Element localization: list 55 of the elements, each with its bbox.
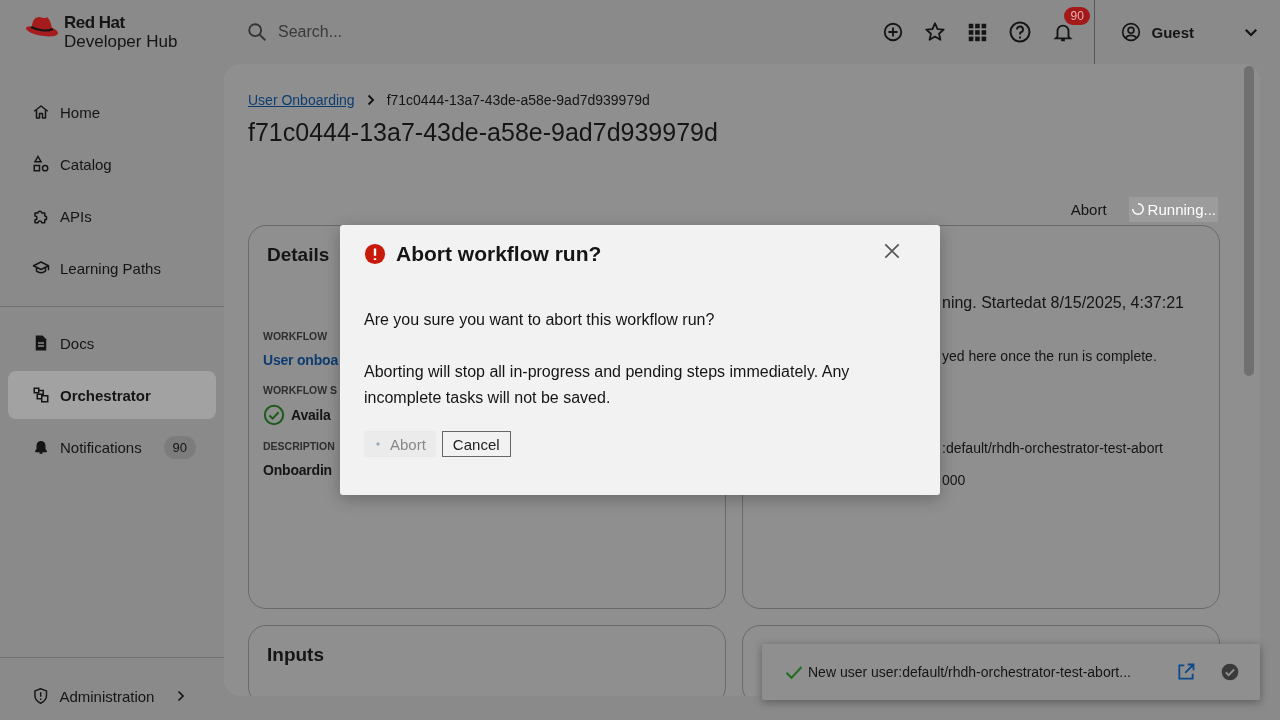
sidebar-item[interactable]: Orchestrator xyxy=(8,371,216,419)
search-icon xyxy=(246,21,268,43)
field-value: Onboardin xyxy=(263,462,332,478)
count-badge: 90 xyxy=(163,435,196,459)
external-link-icon[interactable] xyxy=(1176,662,1196,682)
shield-icon xyxy=(32,687,50,705)
toast-message: New user user:default/rhdh-orchestrator-test-abort... xyxy=(808,664,1132,680)
field-value: Availa xyxy=(291,407,331,423)
sidebar-item[interactable]: Catalog xyxy=(8,140,216,188)
user-name[interactable]: Guest xyxy=(1151,23,1194,41)
spinner-icon xyxy=(374,440,382,448)
bell-icon xyxy=(32,438,50,456)
card-title: Inputs xyxy=(267,644,324,666)
add-icon[interactable] xyxy=(882,21,905,43)
help-icon[interactable] xyxy=(1008,20,1033,44)
breadcrumb-current: f71c0444-13a7-43de-a58e-9ad7d939979d xyxy=(386,92,650,108)
brand-name: Red Hat xyxy=(64,13,126,32)
dialog-title: Abort workflow run? xyxy=(396,242,603,266)
value-text: :default/rhdh-orchestrator-test-abort xyxy=(942,439,1164,457)
results-note: yed here once the run is complete. xyxy=(942,347,1158,365)
sidebar-item[interactable]: Learning Paths xyxy=(8,244,216,292)
card-title: Details xyxy=(267,244,330,266)
grid-icon[interactable] xyxy=(966,21,989,43)
scrollbar[interactable] xyxy=(1244,66,1254,376)
workflow-link[interactable]: User onboa xyxy=(263,352,338,368)
field-label: DESCRIPTION xyxy=(263,440,335,452)
status-message: ning. Startedat 8/15/2025, 4:37:21 xyxy=(942,293,1185,313)
sidebar-item[interactable]: Docs xyxy=(8,319,216,367)
home-icon xyxy=(32,103,50,121)
search-field[interactable]: Search... xyxy=(278,19,578,45)
close-icon xyxy=(882,241,902,261)
check-circle-icon[interactable] xyxy=(1220,662,1240,682)
field-label: WORKFLOW xyxy=(263,330,328,342)
field-label: WORKFLOW S xyxy=(263,384,338,396)
product-name: Developer Hub xyxy=(64,32,178,51)
sidebar-item[interactable]: Home xyxy=(8,88,216,136)
value-text: 000 xyxy=(942,471,967,489)
dialog-text: Are you sure you want to abort this workflow run? xyxy=(364,310,716,330)
spinner-icon xyxy=(1130,202,1145,216)
sidebar-item[interactable]: Notifications 90 xyxy=(8,423,216,471)
error-icon xyxy=(364,243,386,265)
breadcrumb-link[interactable]: User Onboarding xyxy=(248,92,355,108)
user-icon xyxy=(1121,22,1142,42)
puzzle-icon xyxy=(32,207,50,225)
notification-badge: 90 xyxy=(1064,7,1090,25)
check-circle-icon xyxy=(263,404,285,426)
sidebar-item[interactable]: APIs xyxy=(8,192,216,240)
workflow-icon xyxy=(32,386,50,404)
dialog-text: Aborting will stop all in-progress and pending steps immediately. Any incomplete tasks will not be saved. xyxy=(364,362,851,408)
shapes-icon xyxy=(32,155,50,173)
cancel-button[interactable]: Cancel xyxy=(441,431,511,457)
abort-button[interactable]: Abort xyxy=(1070,200,1107,218)
page-title: f71c0444-13a7-43de-a58e-9ad7d939979d xyxy=(248,118,719,147)
sidebar-item[interactable]: Administration xyxy=(8,672,216,720)
star-icon[interactable] xyxy=(924,21,947,43)
